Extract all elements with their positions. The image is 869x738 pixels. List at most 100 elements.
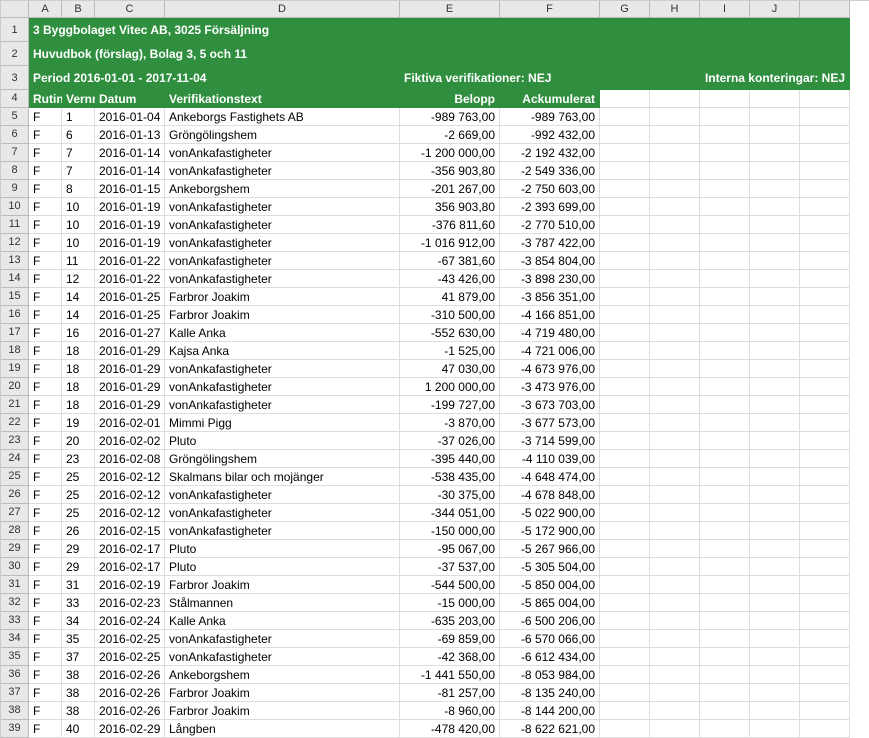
cell-ack[interactable]: -4 719 480,00 — [500, 324, 600, 342]
blank-cell[interactable] — [650, 108, 700, 126]
blank-cell[interactable] — [650, 342, 700, 360]
blank-cell[interactable] — [650, 378, 700, 396]
cell-text[interactable]: vonAnkafastigheter — [165, 648, 400, 666]
cell-belopp[interactable]: -635 203,00 — [400, 612, 500, 630]
blank-cell[interactable] — [800, 360, 850, 378]
cell-belopp[interactable]: -69 859,00 — [400, 630, 500, 648]
cell-datum[interactable]: 2016-02-08 — [95, 450, 165, 468]
blank-cell[interactable] — [800, 594, 850, 612]
cell-ack[interactable]: -3 673 703,00 — [500, 396, 600, 414]
cell-ack[interactable]: -6 500 206,00 — [500, 612, 600, 630]
cell-ack[interactable]: -3 714 599,00 — [500, 432, 600, 450]
cell-ack[interactable]: -3 854 804,00 — [500, 252, 600, 270]
cell-rutin[interactable]: F — [29, 198, 62, 216]
cell-text[interactable]: Farbror Joakim — [165, 702, 400, 720]
blank-cell[interactable] — [750, 594, 800, 612]
blank-cell[interactable] — [700, 558, 750, 576]
blank-cell[interactable] — [700, 720, 750, 738]
row-header[interactable]: 33 — [1, 612, 29, 630]
blank-cell[interactable] — [650, 576, 700, 594]
blank-cell[interactable] — [650, 594, 700, 612]
blank-cell[interactable] — [600, 468, 650, 486]
blank-cell[interactable] — [600, 396, 650, 414]
cell-datum[interactable]: 2016-02-17 — [95, 540, 165, 558]
cell-vernr[interactable]: 12 — [62, 270, 95, 288]
blank-cell[interactable] — [750, 504, 800, 522]
cell-ack[interactable]: -5 022 900,00 — [500, 504, 600, 522]
cell-belopp[interactable]: -43 426,00 — [400, 270, 500, 288]
cell-rutin[interactable]: F — [29, 594, 62, 612]
row-header[interactable]: 1 — [1, 18, 29, 42]
blank-cell[interactable] — [750, 432, 800, 450]
blank-cell[interactable] — [800, 702, 850, 720]
blank-cell[interactable] — [700, 648, 750, 666]
blank-cell[interactable] — [650, 216, 700, 234]
cell-ack[interactable]: -4 166 851,00 — [500, 306, 600, 324]
blank-cell[interactable] — [700, 702, 750, 720]
blank-cell[interactable] — [750, 378, 800, 396]
blank-cell[interactable] — [650, 306, 700, 324]
blank-cell[interactable] — [800, 414, 850, 432]
cell-rutin[interactable]: F — [29, 108, 62, 126]
row-header[interactable]: 31 — [1, 576, 29, 594]
cell-text[interactable]: vonAnkafastigheter — [165, 162, 400, 180]
cell-belopp[interactable]: -552 630,00 — [400, 324, 500, 342]
blank-cell[interactable] — [800, 378, 850, 396]
blank-cell[interactable] — [650, 234, 700, 252]
cell-text[interactable]: vonAnkafastigheter — [165, 486, 400, 504]
blank-cell[interactable] — [800, 486, 850, 504]
cell-rutin[interactable]: F — [29, 558, 62, 576]
blank-cell[interactable] — [800, 342, 850, 360]
blank-cell[interactable] — [700, 144, 750, 162]
cell-rutin[interactable]: F — [29, 216, 62, 234]
row-header[interactable]: 20 — [1, 378, 29, 396]
cell-belopp[interactable]: -310 500,00 — [400, 306, 500, 324]
cell-vernr[interactable]: 18 — [62, 342, 95, 360]
spreadsheet-grid[interactable]: ABCDEFGHIJ13 Byggbolaget Vitec AB, 3025 … — [0, 0, 869, 738]
blank-cell[interactable] — [650, 180, 700, 198]
blank-cell[interactable] — [800, 558, 850, 576]
cell-rutin[interactable]: F — [29, 720, 62, 738]
cell-belopp[interactable]: -42 368,00 — [400, 648, 500, 666]
cell-text[interactable]: Farbror Joakim — [165, 576, 400, 594]
blank-cell[interactable] — [600, 342, 650, 360]
cell-text[interactable]: Pluto — [165, 558, 400, 576]
cell-datum[interactable]: 2016-02-26 — [95, 702, 165, 720]
row-header[interactable]: 38 — [1, 702, 29, 720]
row-header[interactable]: 8 — [1, 162, 29, 180]
cell-ack[interactable]: -3 787 422,00 — [500, 234, 600, 252]
cell-ack[interactable]: -6 612 434,00 — [500, 648, 600, 666]
cell-rutin[interactable]: F — [29, 234, 62, 252]
cell-text[interactable]: vonAnkafastigheter — [165, 144, 400, 162]
blank-cell[interactable] — [650, 162, 700, 180]
cell-vernr[interactable]: 25 — [62, 504, 95, 522]
blank-cell[interactable] — [750, 648, 800, 666]
cell-datum[interactable]: 2016-02-01 — [95, 414, 165, 432]
cell-datum[interactable]: 2016-01-29 — [95, 396, 165, 414]
blank-cell[interactable] — [750, 576, 800, 594]
cell-vernr[interactable]: 40 — [62, 720, 95, 738]
blank-cell[interactable] — [800, 432, 850, 450]
blank-cell[interactable] — [700, 684, 750, 702]
cell-vernr[interactable]: 18 — [62, 396, 95, 414]
blank-cell[interactable] — [750, 342, 800, 360]
blank-cell[interactable] — [800, 90, 850, 108]
blank-cell[interactable] — [700, 612, 750, 630]
blank-cell[interactable] — [750, 180, 800, 198]
blank-cell[interactable] — [650, 198, 700, 216]
cell-rutin[interactable]: F — [29, 180, 62, 198]
blank-cell[interactable] — [700, 378, 750, 396]
cell-vernr[interactable]: 31 — [62, 576, 95, 594]
blank-cell[interactable] — [650, 360, 700, 378]
cell-rutin[interactable]: F — [29, 252, 62, 270]
blank-cell[interactable] — [700, 396, 750, 414]
cell-rutin[interactable]: F — [29, 126, 62, 144]
cell-ack[interactable]: -3 677 573,00 — [500, 414, 600, 432]
col-header-I[interactable]: I — [700, 1, 750, 18]
cell-belopp[interactable]: -15 000,00 — [400, 594, 500, 612]
cell-rutin[interactable]: F — [29, 360, 62, 378]
blank-cell[interactable] — [800, 576, 850, 594]
cell-rutin[interactable]: F — [29, 288, 62, 306]
row-header[interactable]: 5 — [1, 108, 29, 126]
cell-datum[interactable]: 2016-01-29 — [95, 360, 165, 378]
